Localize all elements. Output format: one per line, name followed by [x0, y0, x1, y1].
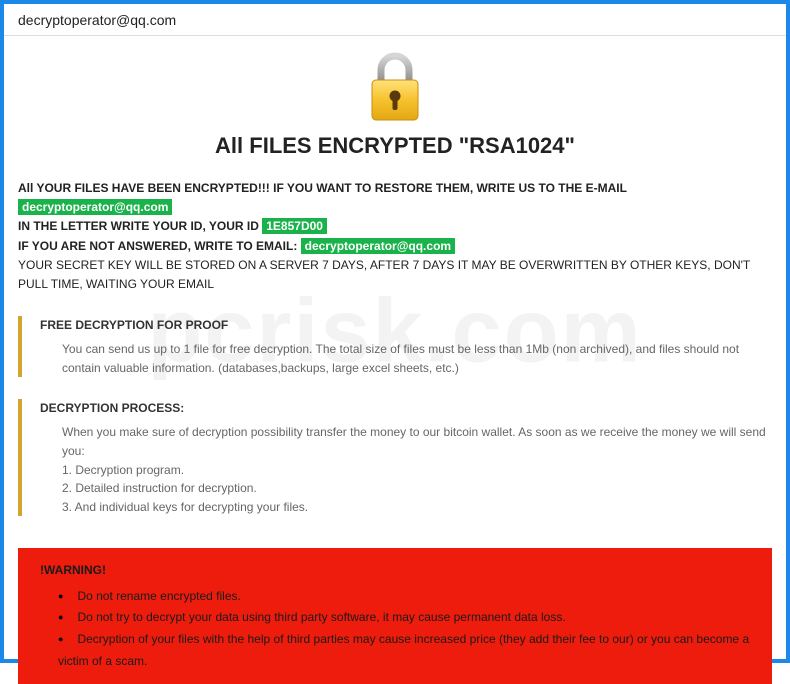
lock-icon — [18, 52, 772, 127]
warning-item: Decryption of your files with the help o… — [58, 629, 754, 672]
intro-block: All YOUR FILES HAVE BEEN ENCRYPTED!!! IF… — [18, 179, 772, 294]
window-title: decryptoperator@qq.com — [4, 4, 786, 36]
victim-id: 1E857D00 — [262, 218, 327, 234]
main-content: All FILES ENCRYPTED "RSA1024" All YOUR F… — [4, 36, 786, 684]
process-line: 1. Decryption program. — [62, 461, 772, 480]
section-free-decryption: FREE DECRYPTION FOR PROOF You can send u… — [18, 316, 772, 377]
process-line: When you make sure of decryption possibi… — [62, 423, 772, 460]
section-title: DECRYPTION PROCESS: — [40, 401, 772, 415]
intro-line1: All YOUR FILES HAVE BEEN ENCRYPTED!!! IF… — [18, 181, 627, 195]
section-decryption-process: DECRYPTION PROCESS: When you make sure o… — [18, 399, 772, 516]
headline: All FILES ENCRYPTED "RSA1024" — [18, 133, 772, 159]
section-body: When you make sure of decryption possibi… — [40, 423, 772, 516]
email-2: decryptoperator@qq.com — [301, 238, 455, 254]
warning-item: Do not try to decrypt your data using th… — [58, 607, 754, 629]
section-body: You can send us up to 1 file for free de… — [40, 340, 772, 377]
process-line: 3. And individual keys for decrypting yo… — [62, 498, 772, 517]
section-title: FREE DECRYPTION FOR PROOF — [40, 318, 772, 332]
intro-line3: IF YOU ARE NOT ANSWERED, WRITE TO EMAIL: — [18, 239, 301, 253]
warning-title: !WARNING! — [40, 560, 754, 582]
intro-line2: IN THE LETTER WRITE YOUR ID, YOUR ID — [18, 219, 262, 233]
warning-box: !WARNING! Do not rename encrypted files.… — [18, 548, 772, 684]
intro-line4: YOUR SECRET KEY WILL BE STORED ON A SERV… — [18, 256, 772, 294]
warning-item: Do not rename encrypted files. — [58, 586, 754, 608]
process-line: 2. Detailed instruction for decryption. — [62, 479, 772, 498]
email-1: decryptoperator@qq.com — [18, 199, 172, 215]
